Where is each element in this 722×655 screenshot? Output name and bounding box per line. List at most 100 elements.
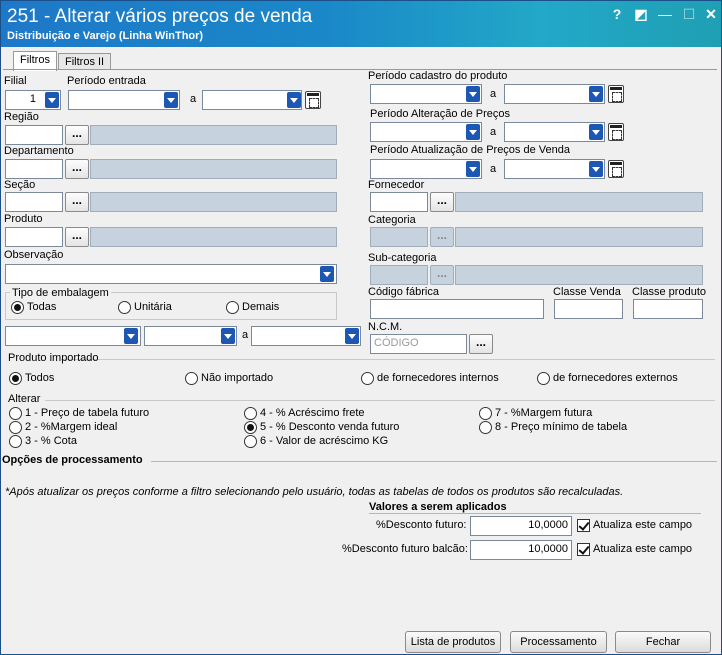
embalagem-demais-label: Demais (242, 301, 280, 313)
close-icon[interactable]: ✕ (701, 5, 721, 23)
fornecedor-label: Fornecedor (368, 179, 425, 191)
alterar-option-5-radio[interactable] (244, 421, 257, 434)
desconto-futuro-atualiza-checkbox[interactable] (577, 519, 590, 532)
subcategoria-label: Sub-categoria (368, 252, 437, 264)
periodo-entrada-calendar-icon[interactable] (305, 91, 321, 109)
departamento-code-input[interactable] (5, 159, 63, 179)
extra-filter-1-dropdown-icon[interactable] (124, 328, 138, 344)
categoria-label: Categoria (368, 214, 416, 226)
ncm-input[interactable]: CÓDIGO (370, 334, 467, 354)
produto-importado-label: Produto importado (8, 352, 99, 364)
codigo-fabrica-label: Código fábrica (368, 286, 439, 298)
subcategoria-description (455, 265, 703, 285)
fornecedor-search-button[interactable]: ... (430, 192, 454, 212)
secao-search-button[interactable]: ... (65, 192, 89, 212)
importado-externos-radio[interactable] (537, 372, 550, 385)
processing-note: *Após atualizar os preços conforme a fil… (5, 486, 624, 498)
periodo-alteracao-start-dropdown-icon[interactable] (466, 124, 480, 140)
desconto-balcao-label: %Desconto futuro balcão: (342, 543, 468, 555)
alterar-label: Alterar (8, 393, 41, 405)
secao-code-input[interactable] (5, 192, 63, 212)
processing-divider (151, 461, 717, 462)
observacao-select[interactable] (5, 264, 337, 284)
tab-filtros[interactable]: Filtros (13, 51, 57, 71)
departamento-search-button[interactable]: ... (65, 159, 89, 179)
alterar-option-7-radio[interactable] (479, 407, 492, 420)
alterar-option-4-radio[interactable] (244, 407, 257, 420)
processamento-button[interactable]: Processamento (510, 631, 607, 653)
periodo-atualizacao-start-dropdown-icon[interactable] (466, 161, 480, 177)
observacao-dropdown-icon[interactable] (320, 266, 334, 282)
alterar-option-2-radio[interactable] (9, 421, 22, 434)
desconto-balcao-atualiza-label: Atualiza este campo (593, 543, 693, 555)
ncm-search-button[interactable]: ... (469, 334, 493, 354)
periodo-cadastro-start-dropdown-icon[interactable] (466, 86, 480, 102)
secao-description (90, 192, 337, 212)
categoria-code-input (370, 227, 428, 247)
alterar-option-6-radio[interactable] (244, 435, 257, 448)
regiao-search-button[interactable]: ... (65, 125, 89, 145)
filial-dropdown-icon[interactable] (45, 92, 59, 108)
embalagem-todas-radio[interactable] (11, 301, 24, 314)
periodo-alteracao-calendar-icon[interactable] (608, 123, 624, 141)
extra-filter-3-dropdown-icon[interactable] (345, 328, 359, 344)
filial-label: Filial (4, 75, 27, 87)
periodo-alteracao-end-dropdown-icon[interactable] (589, 124, 603, 140)
alterar-option-6-label: 6 - Valor de acréscimo KG (260, 435, 389, 447)
desconto-futuro-atualiza-label: Atualiza este campo (593, 519, 693, 531)
periodo-cadastro-calendar-icon[interactable] (608, 85, 624, 103)
periodo-atualizacao-a-label: a (490, 163, 497, 175)
values-divider (369, 513, 701, 514)
extra-filter-2-dropdown-icon[interactable] (221, 328, 235, 344)
produto-search-button[interactable]: ... (65, 227, 89, 247)
importado-internos-radio[interactable] (361, 372, 374, 385)
embalagem-unitaria-radio[interactable] (118, 301, 131, 314)
periodo-entrada-end-dropdown-icon[interactable] (287, 92, 301, 108)
classe-produto-input[interactable] (633, 299, 703, 319)
classe-produto-label: Classe produto (632, 286, 706, 298)
extra-filter-select-1[interactable] (5, 326, 141, 346)
title-bar: 251 - Alterar vários preços de venda Dis… (1, 1, 721, 47)
alterar-divider (45, 400, 715, 401)
regiao-description (90, 125, 337, 145)
lista-produtos-button[interactable]: Lista de produtos (405, 631, 501, 653)
fechar-button[interactable]: Fechar (615, 631, 711, 653)
alterar-option-8-radio[interactable] (479, 421, 492, 434)
produto-label: Produto (4, 213, 43, 225)
values-title: Valores a serem aplicados (369, 501, 507, 513)
ncm-placeholder: CÓDIGO (374, 337, 419, 349)
importado-todos-radio[interactable] (9, 372, 22, 385)
alterar-option-3-radio[interactable] (9, 435, 22, 448)
periodo-cadastro-end-dropdown-icon[interactable] (589, 86, 603, 102)
produto-description (90, 227, 337, 247)
periodo-atualizacao-calendar-icon[interactable] (608, 160, 624, 178)
periodo-cadastro-label: Período cadastro do produto (368, 70, 508, 82)
periodo-atualizacao-end-dropdown-icon[interactable] (589, 161, 603, 177)
desconto-futuro-input[interactable]: 10,0000 (470, 516, 572, 536)
help-icon[interactable]: ? (607, 5, 627, 23)
maximize-icon[interactable]: ☐ (679, 5, 699, 23)
regiao-code-input[interactable] (5, 125, 63, 145)
theme-icon[interactable]: ◩ (631, 5, 651, 23)
alterar-option-7-label: 7 - %Margem futura (495, 407, 593, 419)
importado-externos-label: de fornecedores externos (553, 372, 678, 384)
embalagem-demais-radio[interactable] (226, 301, 239, 314)
classe-venda-input[interactable] (554, 299, 623, 319)
alterar-option-1-radio[interactable] (9, 407, 22, 420)
subcategoria-code-input (370, 265, 428, 285)
periodo-entrada-start-dropdown-icon[interactable] (164, 92, 178, 108)
tab-filtros-ii[interactable]: Filtros II (58, 53, 112, 70)
fornecedor-code-input[interactable] (370, 192, 428, 212)
departamento-label: Departamento (4, 145, 74, 157)
importado-nao-radio[interactable] (185, 372, 198, 385)
desconto-balcao-input[interactable]: 10,0000 (470, 540, 572, 560)
periodo-alteracao-label: Período Alteração de Preços (370, 108, 511, 120)
desconto-balcao-atualiza-checkbox[interactable] (577, 543, 590, 556)
produto-code-input[interactable] (5, 227, 63, 247)
categoria-description (455, 227, 703, 247)
minimize-icon[interactable]: — (655, 5, 675, 23)
embalagem-todas-label: Todas (27, 301, 57, 313)
periodo-alteracao-a-label: a (490, 126, 497, 138)
codigo-fabrica-input[interactable] (370, 299, 544, 319)
alterar-option-2-label: 2 - %Margem ideal (25, 421, 118, 433)
